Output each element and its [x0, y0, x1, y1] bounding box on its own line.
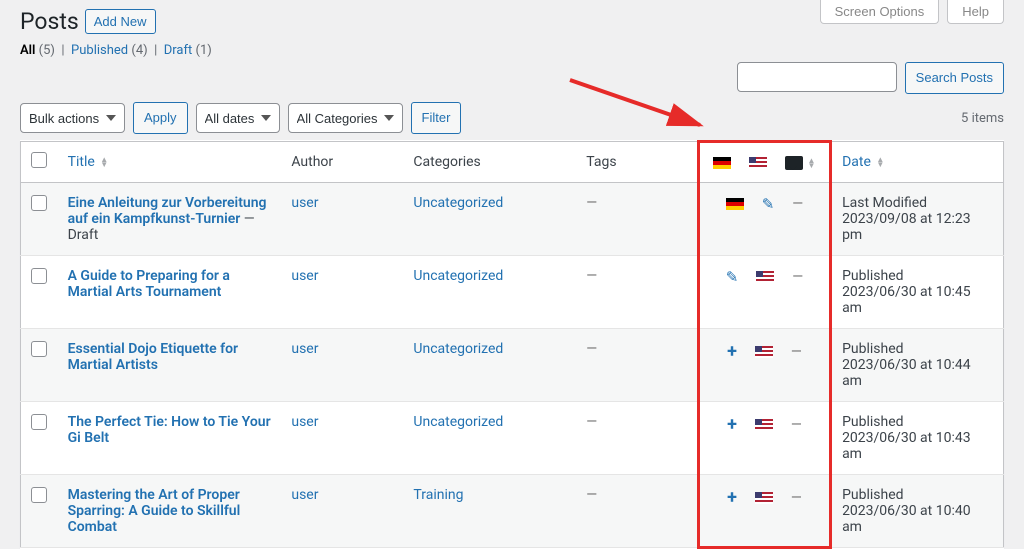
pencil-icon[interactable]: ✎ — [762, 195, 775, 213]
flag-de-icon[interactable] — [713, 157, 731, 169]
row-checkbox[interactable] — [31, 268, 47, 284]
select-all-checkbox[interactable] — [31, 152, 47, 168]
post-title-link[interactable]: Essential Dojo Etiquette for Martial Art… — [68, 341, 239, 373]
author-link[interactable]: user — [291, 341, 318, 357]
table-row: A Guide to Preparing for a Martial Arts … — [21, 256, 1004, 329]
author-link[interactable]: user — [291, 487, 318, 503]
date-status: Published — [842, 414, 903, 430]
page-title: Posts — [20, 8, 79, 35]
author-link[interactable]: user — [291, 268, 318, 284]
comments-value: — — [791, 344, 802, 360]
tags-value: — — [586, 414, 597, 430]
screen-options-button[interactable]: Screen Options — [820, 0, 940, 24]
date-status: Published — [842, 341, 903, 357]
table-row: Eine Anleitung zur Vorbereitung auf ein … — [21, 183, 1004, 256]
comments-value: — — [791, 417, 802, 433]
category-link[interactable]: Uncategorized — [413, 414, 503, 430]
post-title-link[interactable]: Mastering the Art of Proper Sparring: A … — [68, 487, 241, 535]
column-languages: ▲▼ — [698, 142, 830, 183]
filter-draft[interactable]: Draft — [164, 43, 193, 58]
flag-us-icon[interactable] — [755, 346, 773, 358]
row-checkbox[interactable] — [31, 414, 47, 430]
flag-us-icon[interactable] — [755, 492, 773, 504]
items-count: 5 items — [961, 111, 1004, 126]
date-value: 2023/06/30 at 10:43 am — [842, 430, 971, 462]
date-value: 2023/06/30 at 10:44 am — [842, 357, 971, 389]
date-value: 2023/06/30 at 10:40 am — [842, 503, 971, 535]
posts-table: Title ▲▼ Author Categories Tags ▲▼ Date … — [20, 140, 1004, 549]
row-checkbox[interactable] — [31, 487, 47, 503]
add-new-button[interactable]: Add New — [85, 9, 156, 34]
column-tags[interactable]: Tags — [576, 142, 698, 183]
apply-button[interactable]: Apply — [133, 102, 188, 134]
view-filters: All (5) | Published (4) | Draft (1) — [20, 43, 1004, 58]
category-link[interactable]: Uncategorized — [413, 341, 503, 357]
column-categories[interactable]: Categories — [403, 142, 576, 183]
bulk-actions-select[interactable]: Bulk actions — [20, 103, 125, 133]
categories-select[interactable]: All Categories — [288, 103, 403, 133]
comments-value: — — [791, 490, 802, 506]
date-status: Published — [842, 268, 903, 284]
table-row: The Perfect Tie: How to Tie Your Gi Belt… — [21, 402, 1004, 475]
post-title-link[interactable]: A Guide to Preparing for a Martial Arts … — [68, 268, 230, 300]
tags-value: — — [586, 195, 597, 211]
tags-value: — — [586, 341, 597, 357]
dates-select[interactable]: All dates — [196, 103, 280, 133]
filter-published[interactable]: Published — [71, 43, 128, 58]
date-status: Last Modified — [842, 195, 927, 211]
post-title-link[interactable]: Eine Anleitung zur Vorbereitung auf ein … — [68, 195, 267, 227]
sort-icon: ▲▼ — [807, 158, 815, 168]
sort-icon: ▲▼ — [100, 157, 108, 167]
category-link[interactable]: Uncategorized — [413, 268, 503, 284]
tags-value: — — [586, 487, 597, 503]
category-link[interactable]: Training — [413, 487, 463, 503]
comment-icon[interactable] — [785, 156, 803, 170]
author-link[interactable]: user — [291, 195, 318, 211]
flag-us-icon[interactable] — [749, 157, 767, 169]
author-link[interactable]: user — [291, 414, 318, 430]
search-input[interactable] — [737, 62, 897, 92]
row-checkbox[interactable] — [31, 341, 47, 357]
flag-us-icon[interactable] — [756, 271, 774, 283]
date-value: 2023/06/30 at 10:45 am — [842, 284, 971, 316]
column-title[interactable]: Title ▲▼ — [58, 142, 282, 183]
row-checkbox[interactable] — [31, 195, 47, 211]
table-row: Essential Dojo Etiquette for Martial Art… — [21, 329, 1004, 402]
post-title-link[interactable]: The Perfect Tie: How to Tie Your Gi Belt — [68, 414, 271, 446]
tags-value: — — [586, 268, 597, 284]
category-link[interactable]: Uncategorized — [413, 195, 503, 211]
plus-icon[interactable]: + — [727, 487, 737, 508]
column-author[interactable]: Author — [281, 142, 403, 183]
plus-icon[interactable]: + — [727, 341, 737, 362]
column-date[interactable]: Date ▲▼ — [831, 142, 1004, 183]
sort-icon: ▲▼ — [876, 157, 884, 167]
help-button[interactable]: Help — [947, 0, 1004, 24]
filter-all[interactable]: All — [20, 43, 35, 58]
flag-us-icon[interactable] — [755, 419, 773, 431]
filter-button[interactable]: Filter — [411, 102, 462, 134]
pencil-icon[interactable]: ✎ — [726, 268, 739, 286]
date-status: Published — [842, 487, 903, 503]
comments-value: — — [792, 269, 803, 285]
flag-de-icon[interactable] — [726, 198, 744, 210]
search-button[interactable]: Search Posts — [905, 62, 1004, 94]
table-row: Mastering the Art of Proper Sparring: A … — [21, 475, 1004, 548]
date-value: 2023/09/08 at 12:23 pm — [842, 211, 971, 243]
plus-icon[interactable]: + — [727, 414, 737, 435]
comments-value: — — [792, 196, 803, 212]
